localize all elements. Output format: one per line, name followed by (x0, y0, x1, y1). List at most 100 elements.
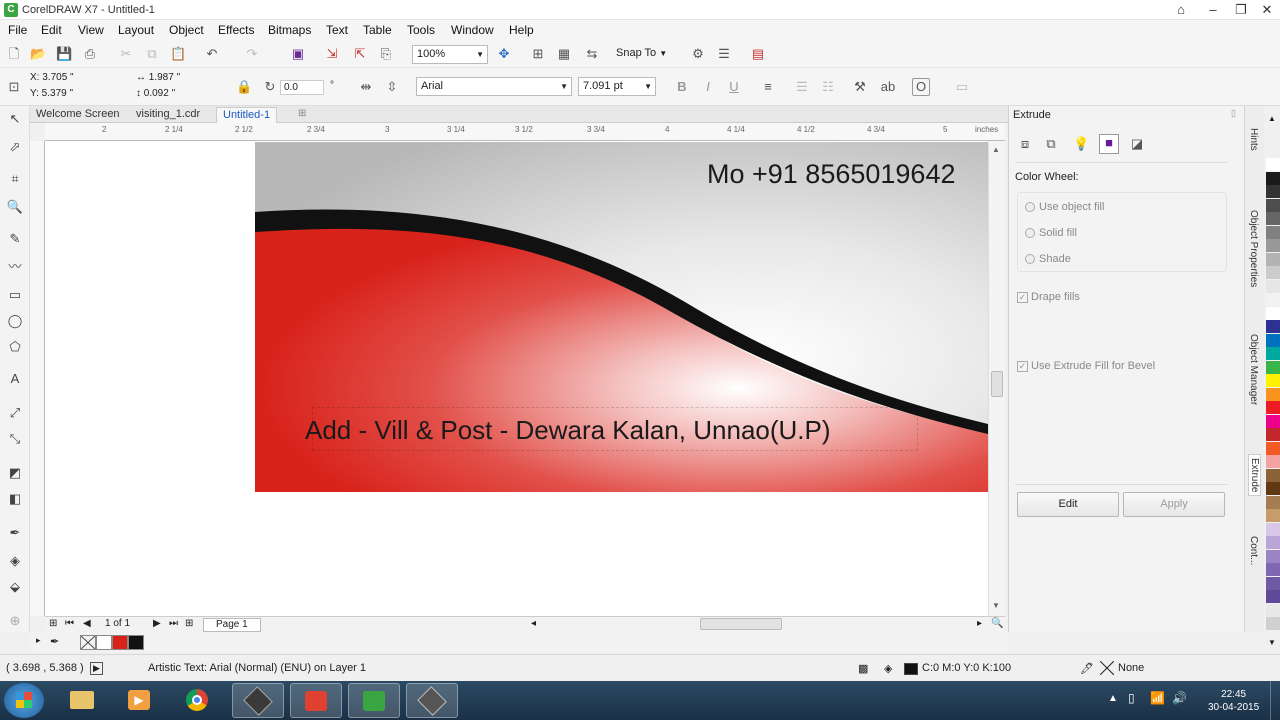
tab-contour[interactable]: Cont... (1248, 536, 1259, 565)
eyedropper-icon[interactable]: ✒ (50, 635, 59, 648)
palette-swatch[interactable] (1266, 401, 1280, 414)
zoom-tool-icon[interactable]: 🔍 (6, 198, 24, 216)
palette-swatch[interactable] (1266, 374, 1280, 387)
taskbar-app-2[interactable] (290, 683, 342, 718)
minimize-button[interactable]: – (1198, 0, 1228, 20)
cut-icon[interactable]: ✂ (118, 46, 134, 62)
copy-icon[interactable]: ⧉ (144, 46, 160, 62)
palette-swatch[interactable] (1266, 468, 1280, 482)
rectangle-tool-icon[interactable]: ▭ (6, 286, 24, 304)
smart-fill-tool-icon[interactable]: ⬙ (6, 578, 24, 596)
ellipse-tool-icon[interactable]: ◯ (6, 312, 24, 330)
palette-swatch[interactable] (1266, 509, 1280, 522)
menu-object[interactable]: Object (169, 23, 204, 37)
lock-ratio-icon[interactable]: 🔒 (236, 79, 252, 95)
palette-swatch[interactable] (1266, 252, 1280, 266)
taskbar-media-player[interactable]: ▶ (114, 683, 166, 718)
mirror-vertical-icon[interactable]: ⇳ (384, 79, 400, 95)
save-icon[interactable]: 💾 (56, 46, 72, 62)
vertical-scroll-thumb[interactable] (991, 371, 1003, 397)
shape-tool-icon[interactable]: ⬀ (6, 138, 24, 156)
palette-swatch[interactable] (1266, 576, 1280, 590)
help-icon[interactable]: ⌂ (1166, 0, 1196, 20)
tab-hints[interactable]: Hints (1248, 128, 1259, 151)
tab-untitled-1[interactable]: Untitled-1 (216, 107, 278, 123)
mirror-horizontal-icon[interactable]: ⇹ (358, 79, 374, 95)
taskbar-explorer[interactable] (56, 683, 108, 718)
last-page-icon[interactable]: ⏭ (169, 618, 178, 629)
swatch-black[interactable] (128, 635, 144, 650)
previous-page-icon[interactable]: ◀ (83, 618, 91, 629)
palette-swatch[interactable] (1266, 428, 1280, 441)
palette-swatch[interactable] (1266, 293, 1280, 306)
menu-view[interactable]: View (78, 23, 104, 37)
menu-edit[interactable]: Edit (41, 23, 62, 37)
palette-swatch[interactable] (1266, 495, 1280, 509)
rotation-angle-field[interactable]: 0.0 (280, 80, 324, 95)
publish-pdf-icon[interactable]: ⎘ (378, 46, 394, 62)
first-page-icon[interactable]: ⏮ (65, 618, 74, 629)
full-screen-icon[interactable]: ✥ (496, 46, 512, 62)
pick-tool-icon[interactable]: ↖ (6, 110, 24, 128)
docker-options-icon[interactable]: ▯ (1231, 108, 1236, 119)
redo-icon[interactable]: ↷ (244, 46, 260, 62)
show-rulers-icon[interactable]: ⊞ (530, 46, 546, 62)
underline-icon[interactable]: U (726, 79, 742, 95)
new-tab-icon[interactable]: ⊞ (298, 108, 306, 119)
extrude-camera-icon[interactable]: ⧈ (1017, 136, 1033, 152)
palette-swatch[interactable] (1266, 536, 1280, 549)
taskbar-coreldraw[interactable] (348, 683, 400, 718)
paste-icon[interactable]: 📋 (170, 46, 186, 62)
palette-scroll-up-icon[interactable]: ▲ (1268, 114, 1276, 123)
swatch-red[interactable] (112, 635, 128, 650)
show-hidden-icons[interactable]: ▲ (1108, 693, 1118, 704)
palette-swatch[interactable] (1266, 225, 1280, 239)
palette-swatch[interactable] (1266, 279, 1280, 293)
menu-layout[interactable]: Layout (118, 23, 154, 37)
scroll-up-icon[interactable]: ▲ (992, 145, 1000, 154)
palette-swatch[interactable] (1266, 522, 1280, 536)
palette-swatch[interactable] (1266, 320, 1280, 333)
height-field[interactable]: ↕ 0.092 " (136, 88, 175, 99)
palette-swatch[interactable] (1266, 360, 1280, 374)
palette-swatch[interactable] (1266, 563, 1280, 576)
phone-number-text[interactable]: Mo +91 8565019642 (707, 159, 955, 190)
palette-swatch[interactable] (1266, 482, 1280, 495)
device-icon[interactable]: ▯ (1128, 691, 1135, 705)
menu-table[interactable]: Table (363, 23, 392, 37)
status-expand-icon[interactable]: ▶ (90, 662, 103, 675)
palette-swatch[interactable] (1266, 387, 1280, 401)
add-tool-icon[interactable]: ⊕ (6, 612, 24, 630)
tab-object-manager[interactable]: Object Manager (1248, 334, 1259, 405)
application-launcher-icon[interactable]: ☰ (716, 46, 732, 62)
menu-tools[interactable]: Tools (407, 23, 435, 37)
taskbar-app-1[interactable] (232, 683, 284, 718)
add-page-before-icon[interactable]: ⊞ (49, 618, 57, 629)
menu-bitmaps[interactable]: Bitmaps (268, 23, 311, 37)
palette-swatch[interactable] (1266, 590, 1280, 603)
zoom-level-dropdown[interactable]: 100% ▼ (412, 45, 488, 64)
polygon-tool-icon[interactable]: ⬠ (6, 338, 24, 356)
new-document-icon[interactable]: 🗋 (6, 46, 22, 62)
palette-swatch[interactable] (1266, 603, 1280, 617)
palette-swatch[interactable] (1266, 158, 1280, 171)
apply-button[interactable]: Apply (1123, 492, 1225, 517)
x-position-field[interactable]: X: 3.705 " (30, 72, 74, 83)
fill-icon[interactable]: ◈ (884, 662, 892, 675)
color-proof-icon[interactable]: ▩ (858, 662, 868, 675)
vertical-scrollbar[interactable]: ▲ ▼ (988, 141, 1005, 616)
swatch-white[interactable] (96, 635, 112, 650)
palette-swatch[interactable] (1266, 347, 1280, 360)
freehand-tool-icon[interactable]: ✎ (6, 230, 24, 248)
palette-scroll-down-icon[interactable]: ▼ (1268, 638, 1276, 647)
volume-icon[interactable]: 🔊 (1172, 691, 1187, 705)
artistic-media-tool-icon[interactable]: 〰 (6, 258, 24, 276)
palette-swatch[interactable] (1266, 333, 1280, 347)
y-position-field[interactable]: Y: 5.379 " (30, 88, 73, 99)
show-grid-icon[interactable]: ▦ (556, 46, 572, 62)
palette-swatch[interactable] (1266, 414, 1280, 428)
horizontal-ruler[interactable]: 2 2 1/4 2 1/2 2 3/4 3 3 1/4 3 1/2 3 3/4 … (45, 123, 1005, 141)
address-text[interactable]: Add - Vill & Post - Dewara Kalan, Unnao(… (305, 415, 831, 446)
show-guidelines-icon[interactable]: ⇆ (584, 46, 600, 62)
menu-text[interactable]: Text (326, 23, 348, 37)
